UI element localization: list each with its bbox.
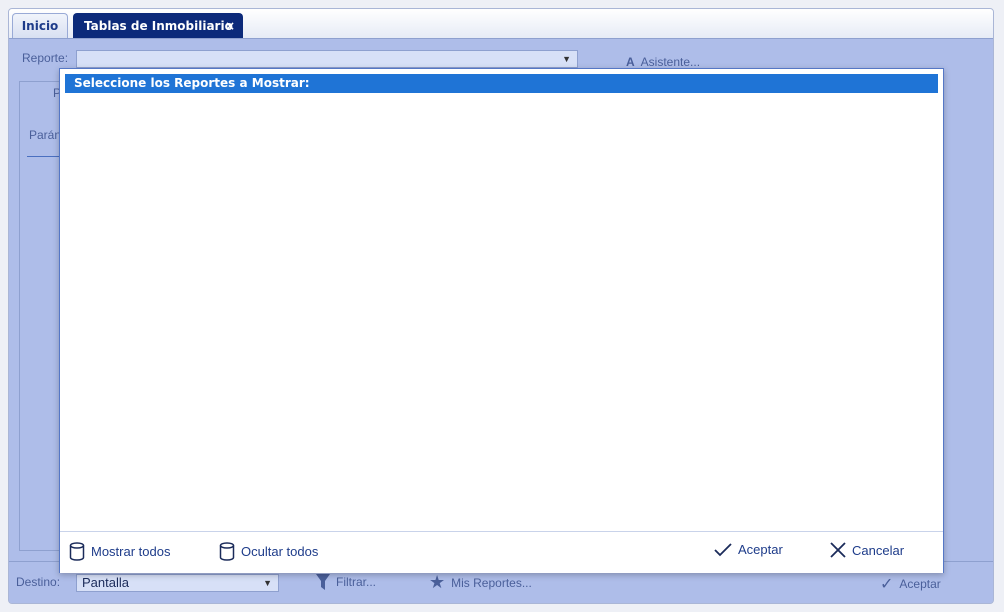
reporte-select[interactable]: ▼	[76, 50, 578, 68]
mostrar-todos-label: Mostrar todos	[91, 544, 171, 559]
aceptar-button[interactable]: Aceptar	[714, 542, 783, 557]
destino-select[interactable]: Pantalla ▼	[76, 574, 279, 592]
chevron-down-icon: ▼	[562, 54, 571, 64]
reports-list[interactable]	[65, 95, 938, 529]
database-icon	[219, 542, 235, 561]
select-reports-dialog: Seleccione los Reportes a Mostrar: Mostr…	[59, 68, 944, 573]
check-icon: ✓	[880, 576, 894, 593]
parameters-panel: P Parán	[19, 81, 64, 551]
tab-inicio[interactable]: Inicio	[12, 13, 68, 38]
filtrar-button[interactable]: Filtrar...	[316, 574, 376, 590]
cancelar-label: Cancelar	[852, 542, 905, 558]
asistente-label: Asistente...	[640, 55, 701, 69]
destino-label: Destino:	[16, 575, 61, 589]
parametros-tab-label[interactable]: Parán	[29, 128, 61, 142]
mis-reportes-label: Mis Reportes...	[451, 575, 532, 590]
ocultar-todos-label: Ocultar todos	[241, 544, 319, 559]
ocultar-todos-button[interactable]: Ocultar todos	[219, 542, 318, 561]
close-icon	[830, 542, 846, 558]
close-tab-icon[interactable]: ×	[225, 14, 235, 38]
dialog-title: Seleccione los Reportes a Mostrar:	[65, 74, 938, 93]
chevron-down-icon: ▼	[263, 578, 272, 588]
destino-value: Pantalla	[82, 575, 129, 590]
filtrar-label: Filtrar...	[336, 575, 377, 589]
wizard-icon: A	[626, 55, 635, 69]
asistente-button[interactable]: A Asistente...	[626, 55, 700, 69]
aceptar-label: Aceptar	[738, 542, 783, 557]
mostrar-todos-button[interactable]: Mostrar todos	[69, 542, 170, 561]
reporte-label: Reporte:	[22, 51, 69, 65]
tab-label: Tablas de Inmobiliario	[84, 19, 233, 33]
aceptar-button-background[interactable]: ✓ Aceptar	[880, 574, 941, 594]
star-icon: ★	[429, 572, 446, 592]
cancelar-button[interactable]: Cancelar	[830, 542, 904, 558]
database-icon	[69, 542, 85, 561]
filter-icon	[316, 574, 330, 590]
tab-strip: Inicio Tablas de Inmobiliario ×	[9, 9, 993, 39]
dialog-footer: Mostrar todos Ocultar todos Aceptar Canc…	[60, 531, 943, 573]
check-icon	[714, 542, 732, 556]
tab-tablas-inmobiliario[interactable]: Tablas de Inmobiliario ×	[73, 13, 243, 38]
aceptar-label: Aceptar	[899, 577, 941, 591]
mis-reportes-button[interactable]: ★ Mis Reportes...	[429, 572, 532, 593]
